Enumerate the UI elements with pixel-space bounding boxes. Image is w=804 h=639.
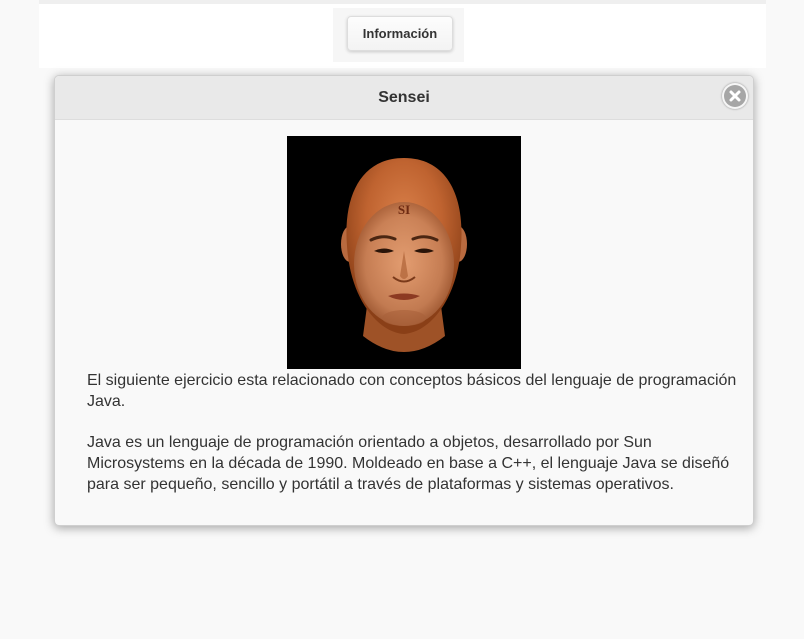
sensei-dialog: Sensei SI El siguiente ejercicio esta re…: [54, 75, 754, 526]
forehead-mark: SI: [398, 202, 410, 217]
intro-paragraph: El siguiente ejercicio esta relacionado …: [87, 372, 737, 410]
sensei-portrait: SI: [287, 136, 521, 369]
info-button[interactable]: Información: [347, 16, 453, 51]
sensei-face-image: SI: [287, 136, 521, 369]
close-button[interactable]: [722, 83, 748, 109]
dialog-title: Sensei: [378, 89, 430, 106]
close-icon: [724, 85, 746, 107]
java-paragraph: Java es un lenguaje de programación orie…: [87, 434, 730, 493]
dialog-body-text: El siguiente ejercicio esta relacionado …: [87, 370, 739, 515]
dialog-header: Sensei: [55, 76, 753, 120]
